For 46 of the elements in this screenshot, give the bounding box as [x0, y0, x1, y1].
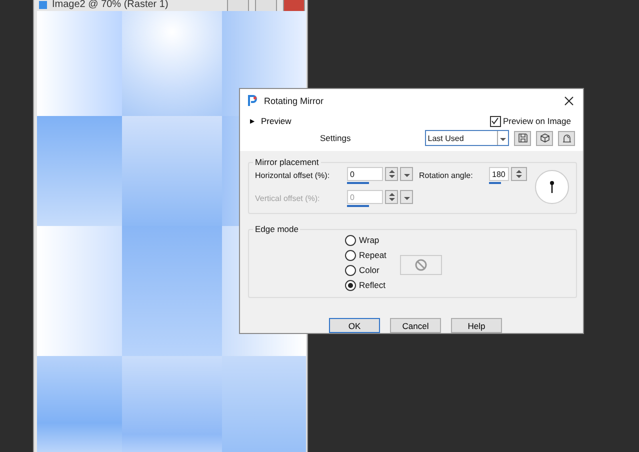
- arch-arrow-icon: [562, 133, 572, 143]
- close-button[interactable]: [563, 95, 575, 107]
- settings-label: Settings: [320, 133, 352, 143]
- checkbox[interactable]: [490, 116, 501, 126]
- spin-button[interactable]: [511, 167, 527, 181]
- cube-button[interactable]: [536, 130, 554, 146]
- caret-icon: [500, 135, 506, 141]
- app-logo-icon: [38, 0, 48, 10]
- dialog-button[interactable]: Cancel: [390, 318, 441, 333]
- spin-arrows-icon: [388, 170, 394, 178]
- radio-label: Reflect: [359, 280, 386, 290]
- window-title: Image2 @ 70% (Raster 1): [52, 0, 170, 10]
- spin-button[interactable]: [385, 167, 398, 181]
- spin-button[interactable]: [385, 190, 398, 204]
- number-field[interactable]: 0: [347, 167, 383, 181]
- radio-button[interactable]: [345, 264, 356, 276]
- caret-icon: [404, 194, 410, 200]
- settings-dropdown[interactable]: Last Used: [424, 130, 510, 146]
- dialog-title: Rotating Mirror: [264, 96, 325, 106]
- number-field[interactable]: 180: [489, 167, 509, 181]
- dialog-button[interactable]: OK: [329, 318, 380, 333]
- field-label: Rotation angle:: [418, 171, 474, 180]
- no-entry-icon: [415, 259, 428, 271]
- radio-button[interactable]: [345, 250, 356, 260]
- spin-arrows-icon: [388, 193, 394, 201]
- color-swatch[interactable]: [400, 255, 442, 275]
- group-title: Mirror placement: [254, 157, 320, 167]
- group-title: Edge mode: [254, 224, 300, 234]
- dialog-button[interactable]: Help: [451, 318, 502, 333]
- radio-label: Wrap: [359, 235, 380, 245]
- dropdown-button[interactable]: [400, 190, 413, 204]
- field-label: Horizontal offset (%):: [255, 171, 331, 180]
- field-label: Vertical offset (%):: [255, 194, 321, 203]
- checkbox-label: Preview on Image: [502, 116, 571, 126]
- radio-label: Color: [359, 265, 380, 275]
- radio-button[interactable]: [345, 234, 356, 246]
- radio-button[interactable]: [345, 280, 356, 290]
- dropdown-button[interactable]: [400, 167, 413, 181]
- cube-icon: [540, 133, 550, 143]
- caret-icon: [404, 171, 410, 177]
- spin-arrows-icon: [516, 170, 522, 178]
- save-button[interactable]: [514, 130, 532, 146]
- app-logo-icon: [247, 95, 258, 107]
- radio-label: Repeat: [359, 250, 386, 260]
- needle-icon: [549, 180, 555, 194]
- reset-button[interactable]: [558, 130, 575, 146]
